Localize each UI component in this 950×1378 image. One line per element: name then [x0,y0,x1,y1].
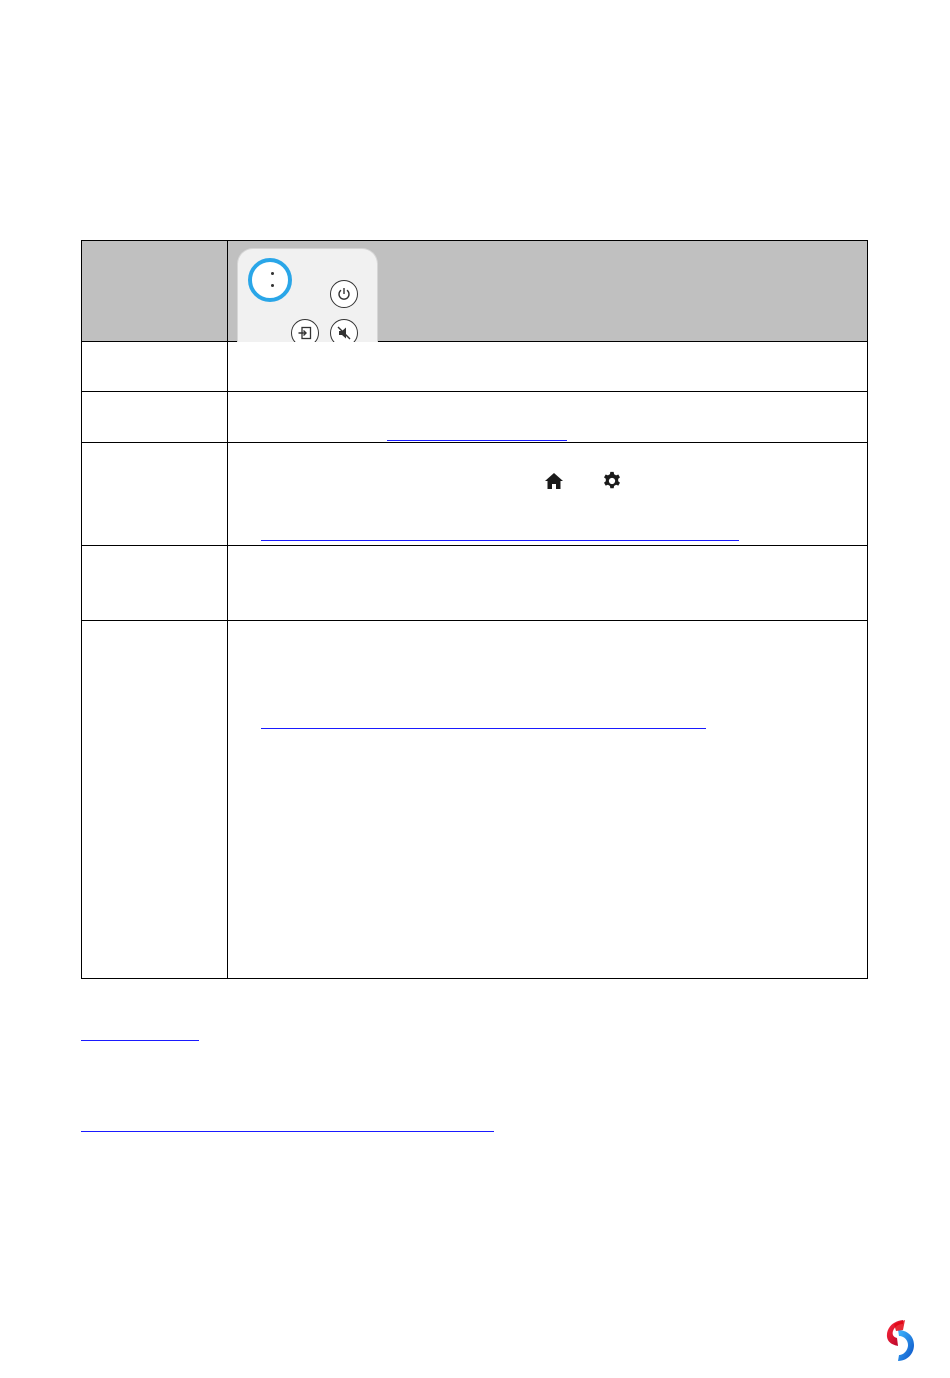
gear-icon [604,471,620,489]
header-cell-right [227,240,868,342]
brand-logo [886,1320,914,1361]
table-row [81,545,868,621]
table-cell [81,545,228,621]
footer-link-underline[interactable] [81,1131,494,1132]
table-row [81,620,868,979]
remote-guide-table [81,240,868,979]
table-cell [81,341,228,392]
mic-dot-bottom [271,284,274,287]
table-cell [227,442,868,546]
home-icon [545,473,563,489]
table-row [81,442,868,546]
table-header-row [81,240,868,342]
power-icon [338,288,350,300]
table-row [81,341,868,392]
header-cell-left [81,240,228,342]
link-underline[interactable] [387,440,567,441]
table-row [81,391,868,443]
table-cell [81,442,228,546]
table-cell [227,620,868,979]
mute-button [330,319,358,342]
input-button [291,319,319,342]
table-cell [81,620,228,979]
remote-highlight-ring [248,258,292,302]
document-page [0,0,950,1378]
footer-link-underline[interactable] [81,1040,199,1041]
input-icon [298,326,312,340]
mic-dot-top [271,272,274,275]
table-cell [227,341,868,392]
link-underline[interactable] [261,728,706,729]
table-cell [227,545,868,621]
link-underline[interactable] [261,540,739,541]
table-cell [227,391,868,443]
mute-icon [337,326,351,340]
table-cell [81,391,228,443]
power-button [330,280,358,308]
remote-control-image [237,248,378,342]
